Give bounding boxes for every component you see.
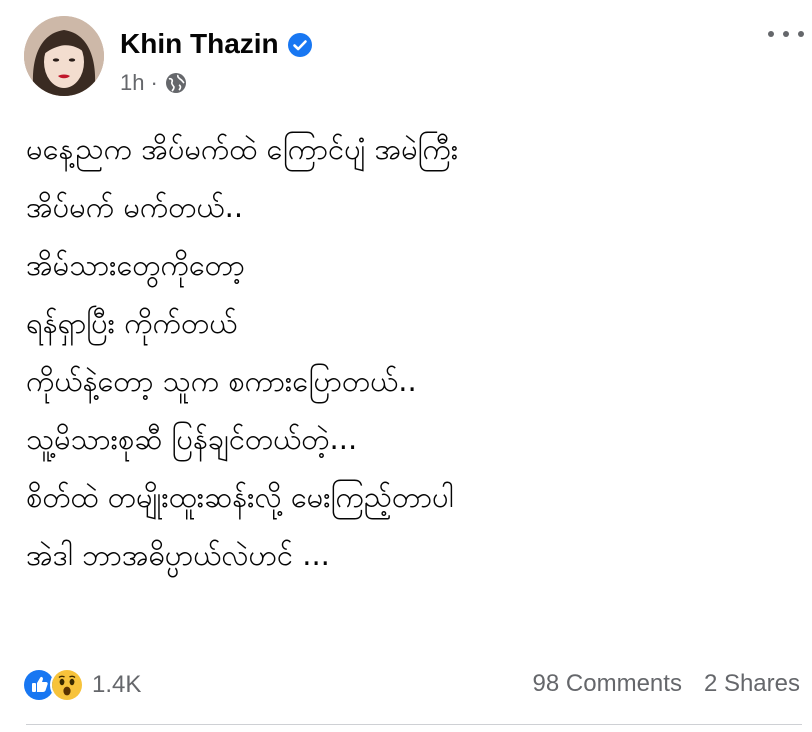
post-line: သူ့မိသားစုဆီ ပြန်ချင်တယ်တဲ့... (26, 422, 358, 456)
post-body: မနေ့ညက အိပ်မက်ထဲ ကြောင်ပျံ အမဲကြီး အိပ်မ… (26, 120, 796, 584)
divider (26, 724, 802, 725)
meta-separator: · (150, 70, 158, 95)
post-time[interactable]: 1h (120, 70, 144, 96)
author-name-row: Khin Thazin (120, 26, 313, 62)
reaction-count: 1.4K (92, 671, 142, 698)
shares-count-link[interactable]: 2 Shares (704, 670, 800, 698)
post-meta: 1h · (120, 70, 188, 96)
engagement-stats: 98 Comments 2 Shares (533, 670, 800, 698)
reactions-summary[interactable]: 1.4K (22, 668, 141, 702)
globe-icon (164, 71, 188, 95)
post-line: ရန်ရှာပြီး ကိုက်တယ် (26, 306, 238, 340)
more-dot (798, 31, 804, 37)
more-dot (768, 31, 774, 37)
author-avatar[interactable] (24, 16, 104, 96)
more-dot (783, 31, 789, 37)
more-options-icon[interactable] (768, 22, 804, 46)
author-name[interactable]: Khin Thazin (120, 26, 279, 62)
comments-count-link[interactable]: 98 Comments (533, 670, 682, 698)
verified-badge-icon (287, 31, 313, 57)
post-line: ကိုယ်နဲ့တော့ သူက စကားပြောတယ်.. (26, 364, 417, 398)
post-card: Khin Thazin 1h · မနေ့ညက အိပ်မက်ထဲ ကြောင်… (0, 0, 812, 732)
wow-reaction-icon (50, 668, 84, 702)
post-line: အဲဒါ ဘာအဓိပ္ပာယ်လဲဟင် ... (26, 538, 330, 572)
post-line: အိပ်မက် မက်တယ်.. (26, 190, 244, 224)
post-line: အိမ်သားတွေကိုတော့ (26, 248, 245, 282)
post-line: စိတ်ထဲ တမျိုးထူးဆန်းလို့ မေးကြည့်တာပါ (26, 480, 454, 514)
post-line: မနေ့ညက အိပ်မက်ထဲ ကြောင်ပျံ အမဲကြီး (26, 132, 459, 166)
